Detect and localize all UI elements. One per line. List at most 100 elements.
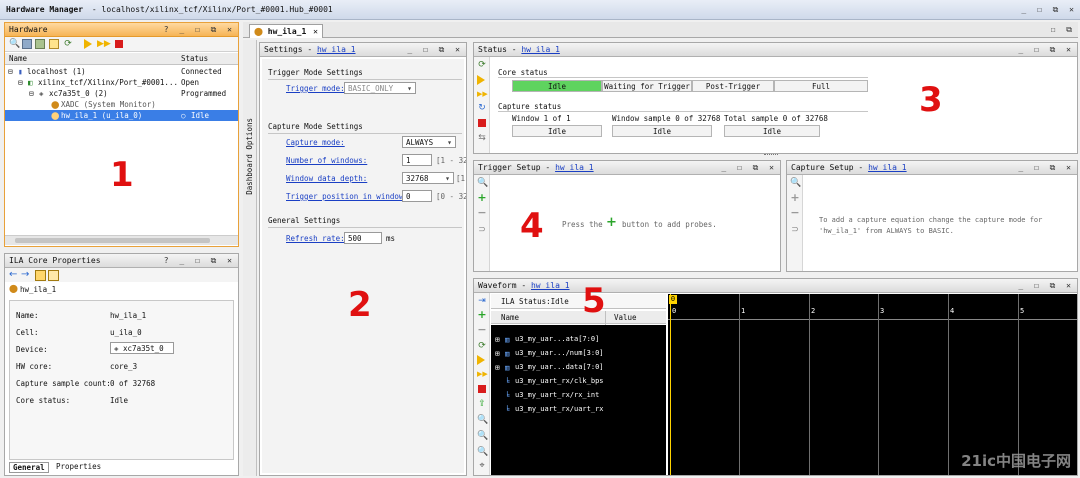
forward-arrow-icon[interactable]: → bbox=[21, 269, 29, 280]
run-immediate-icon[interactable]: ▶▶ bbox=[477, 89, 488, 99]
dashboard-options-label[interactable]: Dashboard Options bbox=[245, 118, 254, 195]
settings-body: Trigger Mode Settings Trigger mode: BASI… bbox=[262, 59, 466, 473]
tree-collapse-icon[interactable]: ⊟ bbox=[29, 88, 34, 99]
search-icon[interactable]: 🔍 bbox=[477, 178, 488, 188]
run-trigger-icon[interactable] bbox=[477, 355, 487, 365]
add-probe-icon[interactable]: + bbox=[790, 192, 800, 203]
stop-trigger-icon[interactable] bbox=[478, 385, 486, 393]
grid-line bbox=[948, 294, 949, 475]
depth-label[interactable]: Window data depth: bbox=[286, 174, 367, 183]
dashboard-options-strip[interactable]: Dashboard Options bbox=[243, 40, 257, 476]
signal-row[interactable]: ⊞ ▥ u3_my_uar.../num[3:0] bbox=[491, 348, 606, 359]
capture-mode-section: Capture Mode Settings bbox=[268, 122, 363, 131]
capture-setup-window-controls[interactable]: _ ☐ ⧉ ✕ bbox=[1018, 161, 1074, 175]
cursor-line bbox=[670, 294, 671, 475]
tree-row-ila[interactable]: ⬤ hw_ila_1 (u_ila_0) ○ Idle bbox=[5, 110, 238, 121]
zoom-in-icon[interactable]: 🔍 bbox=[477, 415, 488, 425]
fit-icon[interactable]: ⇥ bbox=[477, 296, 487, 306]
export-icon[interactable]: ⇆ bbox=[477, 133, 487, 143]
signal-row[interactable]: ⊞ ▥ u3_my_uar...data[7:0] bbox=[491, 362, 606, 373]
trigger-mode-label[interactable]: Trigger mode: bbox=[286, 84, 345, 93]
windows-input[interactable]: 1 bbox=[402, 154, 432, 166]
tree-row-localhost[interactable]: ⊟ ▮ localhost (1) Connected bbox=[5, 66, 238, 77]
tree-row-target[interactable]: ⊟ ◧ xilinx_tcf/Xilinx/Port_#0001... Open bbox=[5, 77, 238, 88]
run-immediate-icon[interactable]: ▶▶ bbox=[97, 39, 111, 49]
waveform-title-link[interactable]: hw_ila_1 bbox=[531, 281, 570, 290]
signal-row[interactable]: ⊞ ▥ u3_my_uar...ata[7:0] bbox=[491, 334, 606, 345]
select-icon[interactable] bbox=[48, 270, 59, 281]
chip-icon: ◈ bbox=[39, 89, 44, 98]
signal-row[interactable]: ╘ u3_my_uart_rx/rx_int bbox=[491, 390, 606, 401]
tree-label: hw_ila_1 (u_ila_0) bbox=[61, 111, 143, 120]
back-arrow-icon[interactable]: ← bbox=[9, 269, 17, 280]
depth-select[interactable]: 32768 bbox=[402, 172, 454, 184]
tree-row-device[interactable]: ⊟ ◈ xc7a35t_0 (2) Programmed bbox=[5, 88, 238, 99]
export-icon[interactable]: ⇪ bbox=[477, 399, 487, 409]
close-tab-icon[interactable]: ✕ bbox=[313, 25, 318, 38]
splitter-handle[interactable] bbox=[764, 154, 778, 157]
refresh-rate-label[interactable]: Refresh rate: bbox=[286, 234, 345, 243]
properties-titlebar: ILA Core Properties ? _ ☐ ⧉ ✕ bbox=[5, 254, 238, 268]
refresh-icon[interactable]: ⟳ bbox=[63, 39, 73, 49]
hardware-hscrollbar[interactable] bbox=[5, 235, 238, 245]
status-window-controls[interactable]: _ ☐ ⧉ ✕ bbox=[1018, 43, 1074, 57]
trigger-position-label[interactable]: Trigger position in window: bbox=[286, 192, 408, 201]
ila-icon: ⬤ bbox=[51, 111, 60, 120]
trigger-mode-select[interactable]: BASIC_ONLY bbox=[344, 82, 416, 94]
search-icon[interactable]: 🔍 bbox=[9, 39, 20, 49]
capture-setup-title-link[interactable]: hw_ila_1 bbox=[868, 163, 907, 172]
search-icon[interactable]: 🔍 bbox=[790, 178, 801, 188]
add-probe-icon[interactable]: + bbox=[477, 309, 487, 320]
auto-refresh-icon[interactable]: ⟳ bbox=[477, 60, 487, 70]
collapse-all-icon[interactable] bbox=[22, 39, 32, 49]
windows-label[interactable]: Number of windows: bbox=[286, 156, 367, 165]
document-window-controls[interactable]: ☐ ⧉ bbox=[1051, 22, 1075, 38]
tree-row-xadc[interactable]: ⬤ XADC (System Monitor) bbox=[5, 99, 238, 110]
refresh-rate-input[interactable]: 500 bbox=[344, 232, 382, 244]
add-probe-icon[interactable]: + bbox=[477, 192, 487, 203]
expand-icon[interactable]: ⊞ bbox=[495, 348, 500, 359]
window-controls[interactable]: _ ☐ ⧉ ✕ bbox=[1021, 0, 1077, 20]
capture-mode-label[interactable]: Capture mode: bbox=[286, 138, 345, 147]
tree-collapse-icon[interactable]: ⊟ bbox=[8, 66, 13, 77]
trigger-setup-title-link[interactable]: hw_ila_1 bbox=[555, 163, 594, 172]
waveform-window-controls[interactable]: _ ☐ ⧉ ✕ bbox=[1018, 279, 1074, 293]
expand-icon[interactable]: ⊞ bbox=[495, 334, 500, 345]
tree-collapse-icon[interactable]: ⊟ bbox=[18, 77, 23, 88]
sync-icon[interactable] bbox=[35, 270, 46, 281]
waveform-canvas[interactable]: 0 0 1 2 3 4 5 21ic中国电子网 bbox=[668, 294, 1077, 475]
capture-mode-select[interactable]: ALWAYS bbox=[402, 136, 456, 148]
stop-trigger-icon[interactable] bbox=[115, 40, 123, 48]
signal-row[interactable]: ╘ u3_my_uart_rx/uart_rx bbox=[491, 404, 606, 415]
auto-refresh-icon[interactable]: ⟳ bbox=[477, 341, 487, 351]
settings-title-link[interactable]: hw_ila_1 bbox=[317, 45, 356, 54]
trigger-setup-window-controls[interactable]: _ ☐ ⧉ ✕ bbox=[721, 161, 777, 175]
run-immediate-icon[interactable]: ▶▶ bbox=[477, 369, 488, 379]
zoom-out-icon[interactable]: 🔍 bbox=[477, 431, 488, 441]
status-title-link[interactable]: hw_ila_1 bbox=[521, 45, 560, 54]
tab-general[interactable]: General bbox=[9, 462, 49, 473]
properties-window-controls[interactable]: ? _ ☐ ⧉ ✕ bbox=[164, 254, 235, 268]
expand-all-icon[interactable] bbox=[35, 39, 45, 49]
run-trigger-icon[interactable] bbox=[477, 75, 487, 85]
stop-trigger-icon[interactable] bbox=[478, 119, 486, 127]
remove-probe-icon[interactable]: − bbox=[477, 324, 487, 335]
gate-icon[interactable]: ⊃ bbox=[477, 225, 487, 235]
auto-connect-icon[interactable] bbox=[49, 39, 59, 49]
tab-hw-ila-1[interactable]: ⬤ hw_ila_1 ✕ bbox=[249, 24, 323, 38]
remove-probe-icon[interactable]: − bbox=[477, 207, 487, 218]
trigger-position-input[interactable]: 0 bbox=[402, 190, 432, 202]
expand-icon[interactable]: ⊞ bbox=[495, 362, 500, 373]
hscroll-thumb[interactable] bbox=[15, 238, 210, 243]
run-trigger-icon[interactable] bbox=[83, 39, 93, 49]
hardware-window-controls[interactable]: ? _ ☐ ⧉ ✕ bbox=[164, 23, 235, 37]
trigger-repeat-icon[interactable]: ↻ bbox=[477, 103, 487, 113]
tab-properties[interactable]: Properties bbox=[53, 462, 104, 471]
settings-window-controls[interactable]: _ ☐ ⧉ ✕ bbox=[407, 43, 463, 57]
signal-row[interactable]: ╘ u3_my_uart_rx/clk_bps bbox=[491, 376, 606, 387]
goto-cursor-icon[interactable]: ⌖ bbox=[477, 461, 487, 471]
device-link-box[interactable]: ◈ xc7a35t_0 bbox=[110, 342, 174, 354]
zoom-fit-icon[interactable]: 🔍 bbox=[477, 447, 488, 457]
remove-probe-icon[interactable]: − bbox=[790, 207, 800, 218]
gate-icon[interactable]: ⊃ bbox=[790, 225, 800, 235]
